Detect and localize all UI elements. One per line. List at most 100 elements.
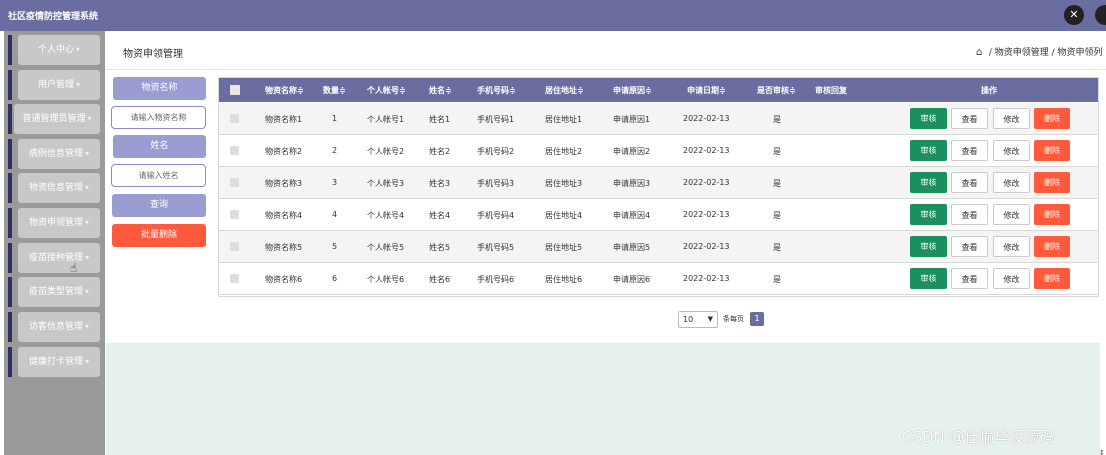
row-checkbox[interactable] xyxy=(230,178,239,187)
column-header-label: 物资名称 xyxy=(265,86,297,95)
view-button[interactable]: 查看 xyxy=(951,140,988,161)
edit-button[interactable]: 修改 xyxy=(993,268,1030,289)
column-header[interactable]: 手机号码≑ xyxy=(477,85,516,96)
cell-audited: 是 xyxy=(773,211,781,220)
column-header[interactable]: 居住地址≑ xyxy=(545,85,584,96)
view-button[interactable]: 查看 xyxy=(951,236,988,257)
audit-button[interactable]: 审核 xyxy=(910,140,947,161)
supply-name-input[interactable] xyxy=(111,106,206,129)
edit-button[interactable]: 修改 xyxy=(993,108,1030,129)
cell-qty: 2 xyxy=(332,146,338,155)
column-header: 审核回复 xyxy=(815,86,847,95)
sidebar-item-health-checkin[interactable]: 健康打卡管理 ▾ xyxy=(18,347,100,377)
row-checkbox[interactable] xyxy=(230,146,239,155)
sidebar-item-label: 普通管理员管理 xyxy=(22,114,86,124)
audit-button[interactable]: 审核 xyxy=(910,204,947,225)
column-header[interactable]: 申请日期≑ xyxy=(687,85,726,96)
cell-address: 居住地址6 xyxy=(545,275,583,284)
page-button-current[interactable]: 1 xyxy=(750,312,764,326)
cell-date: 2022-02-13 xyxy=(683,210,730,219)
audit-button[interactable]: 审核 xyxy=(910,236,947,257)
page-size-value: 10 xyxy=(683,315,694,324)
sidebar-item-cases[interactable]: 病例信息管理 ▾ xyxy=(18,139,100,169)
column-header: 操作 xyxy=(981,86,997,95)
column-header[interactable]: 是否审核≑ xyxy=(757,85,796,96)
supply-name-label: 物资名称 xyxy=(113,77,206,100)
edit-button[interactable]: 修改 xyxy=(993,140,1030,161)
person-name-input[interactable] xyxy=(111,164,206,187)
sidebar-item-vaccination[interactable]: 疫苗接种管理 ▾ xyxy=(18,243,100,273)
sidebar-item-label: 健康打卡管理 xyxy=(28,357,83,367)
view-button[interactable]: 查看 xyxy=(951,108,988,129)
sidebar-item-visitors[interactable]: 访客信息管理 ▾ xyxy=(18,312,100,342)
cell-phone: 手机号码5 xyxy=(477,243,515,252)
sidebar-marker xyxy=(8,173,12,203)
view-button[interactable]: 查看 xyxy=(951,172,988,193)
row-checkbox[interactable] xyxy=(230,274,239,283)
delete-button[interactable]: 删除 xyxy=(1034,236,1070,257)
batch-delete-button[interactable]: 批量删除 xyxy=(112,224,206,247)
cell-person: 姓名2 xyxy=(429,147,451,156)
query-button[interactable]: 查询 xyxy=(112,194,206,217)
edit-button[interactable]: 修改 xyxy=(993,204,1030,225)
page-size-select[interactable]: 10 ▼ xyxy=(678,311,718,328)
table-row: 物资名称6 6 个人帐号6 姓名6 手机号码6 居住地址6 申请原因6 2022… xyxy=(219,263,1098,295)
cell-name: 物资名称4 xyxy=(265,211,303,220)
chevron-down-icon: ▾ xyxy=(85,253,90,262)
breadcrumb-path[interactable]: / 物资申领管理 / 物资申领列 xyxy=(989,48,1103,58)
audit-button[interactable]: 审核 xyxy=(910,268,947,289)
delete-button[interactable]: 删除 xyxy=(1034,204,1070,225)
sidebar-item-users[interactable]: 用户管理 ▾ xyxy=(18,70,100,100)
column-header[interactable]: 数量≑ xyxy=(323,85,346,96)
sidebar-item-vaccine-types[interactable]: 疫苗类型管理 ▾ xyxy=(18,277,100,307)
row-checkbox[interactable] xyxy=(230,210,239,219)
home-icon[interactable]: ⌂ xyxy=(976,47,986,58)
cell-qty: 4 xyxy=(332,210,338,219)
delete-button[interactable]: 删除 xyxy=(1034,108,1070,129)
chevron-down-icon: ▾ xyxy=(85,149,90,158)
column-header[interactable]: 姓名≑ xyxy=(429,85,452,96)
cell-audited: 是 xyxy=(773,179,781,188)
row-checkbox[interactable] xyxy=(230,242,239,251)
cell-date: 2022-02-13 xyxy=(683,146,730,155)
sidebar-marker xyxy=(8,208,12,238)
cell-account: 个人帐号2 xyxy=(367,147,405,156)
view-button[interactable]: 查看 xyxy=(951,268,988,289)
sidebar-item-supply-requests[interactable]: 物资申领管理 ▾ xyxy=(18,208,100,238)
cell-phone: 手机号码2 xyxy=(477,147,515,156)
table-row: 物资名称5 5 个人帐号5 姓名5 手机号码5 居住地址5 申请原因5 2022… xyxy=(219,231,1098,263)
sidebar-item-label: 病例信息管理 xyxy=(28,149,83,159)
chevron-down-icon: ▾ xyxy=(87,114,92,123)
hand-cursor-icon: ☝ xyxy=(70,261,78,275)
cell-phone: 手机号码1 xyxy=(477,115,515,124)
edit-button[interactable]: 修改 xyxy=(993,236,1030,257)
column-header[interactable]: 申请原因≑ xyxy=(613,85,652,96)
delete-button[interactable]: 删除 xyxy=(1034,172,1070,193)
cell-reason: 申请原因4 xyxy=(613,211,651,220)
sidebar-marker xyxy=(8,70,12,100)
audit-button[interactable]: 审核 xyxy=(910,108,947,129)
user-icon[interactable] xyxy=(1095,5,1106,25)
sidebar-item-admins[interactable]: 普通管理员管理 ▾ xyxy=(14,104,100,134)
view-button[interactable]: 查看 xyxy=(951,204,988,225)
sidebar-item-personal-center[interactable]: 个人中心 ▾ xyxy=(18,35,100,65)
per-page-label: 条每页 xyxy=(723,315,744,323)
cell-address: 居住地址5 xyxy=(545,243,583,252)
cell-reason: 申请原因1 xyxy=(613,115,651,124)
column-header-label: 个人帐号 xyxy=(367,86,399,95)
chevron-down-icon: ▾ xyxy=(76,45,81,54)
column-header[interactable]: 物资名称≑ xyxy=(265,85,304,96)
audit-button[interactable]: 审核 xyxy=(910,172,947,193)
close-icon[interactable]: ✕ xyxy=(1064,5,1084,25)
sidebar-marker xyxy=(8,277,12,307)
sidebar-item-supplies[interactable]: 物资信息管理 ▾ xyxy=(18,173,100,203)
delete-button[interactable]: 删除 xyxy=(1034,268,1070,289)
select-all-checkbox[interactable] xyxy=(230,85,240,95)
sidebar-item-label: 物资信息管理 xyxy=(28,183,83,193)
cell-account: 个人帐号5 xyxy=(367,243,405,252)
cell-person: 姓名6 xyxy=(429,275,451,284)
row-checkbox[interactable] xyxy=(230,114,239,123)
edit-button[interactable]: 修改 xyxy=(993,172,1030,193)
delete-button[interactable]: 删除 xyxy=(1034,140,1070,161)
column-header[interactable]: 个人帐号≑ xyxy=(367,85,406,96)
